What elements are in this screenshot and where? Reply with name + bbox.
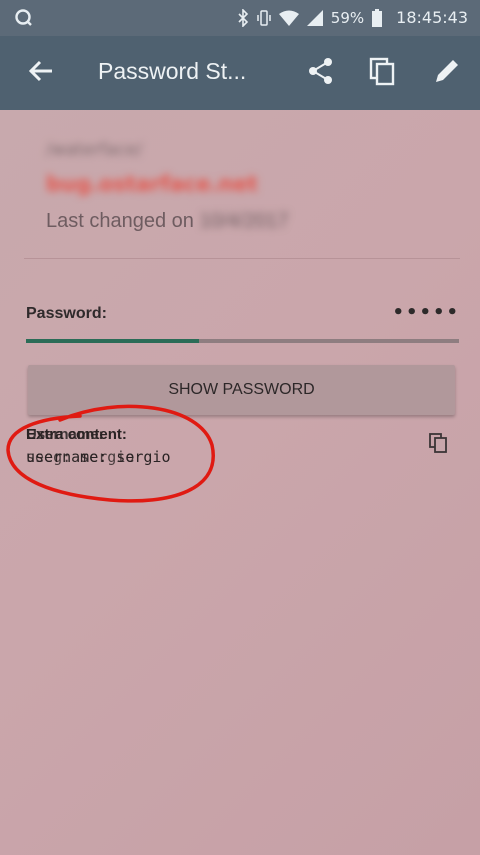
battery-percent: 59% bbox=[330, 8, 365, 27]
edit-icon[interactable] bbox=[432, 56, 462, 86]
copy-icon[interactable] bbox=[368, 56, 398, 86]
password-value: ••••• bbox=[392, 302, 460, 323]
status-bar: 59% 18:45:43 bbox=[0, 0, 480, 36]
entry-folder: /waterface/ bbox=[46, 140, 143, 160]
copy-extra-icon[interactable] bbox=[428, 432, 450, 454]
extra-label-b: Username: bbox=[26, 426, 104, 443]
clock: 18:45:43 bbox=[396, 8, 468, 27]
back-arrow-icon[interactable] bbox=[26, 56, 56, 86]
signal-icon bbox=[306, 9, 323, 26]
share-icon[interactable] bbox=[306, 56, 336, 86]
extra-content: Extra content: Username: username: sergi… bbox=[26, 426, 216, 466]
entry-url[interactable]: bug.ostarface.net bbox=[46, 172, 258, 196]
camera-icon bbox=[14, 8, 34, 28]
last-changed-label: Last changed on bbox=[46, 210, 194, 232]
battery-icon bbox=[372, 8, 383, 27]
last-changed-date: 10/4/2017 bbox=[199, 210, 289, 232]
password-strength-meter bbox=[26, 339, 459, 343]
bluetooth-icon bbox=[237, 8, 249, 27]
password-label: Password: bbox=[26, 305, 107, 322]
divider bbox=[24, 258, 460, 259]
app-bar: Password St... bbox=[0, 36, 480, 110]
show-password-button[interactable]: SHOW PASSWORD bbox=[28, 365, 455, 415]
password-strength-fill bbox=[26, 339, 200, 343]
wifi-icon bbox=[278, 10, 299, 26]
entry-content: /waterface/ bug.ostarface.net Last chang… bbox=[0, 110, 480, 855]
extra-value-b: seeg: sergio bbox=[26, 448, 135, 466]
last-changed: Last changed on 10/4/2017 bbox=[46, 210, 288, 233]
vibrate-icon bbox=[257, 9, 271, 27]
page-title: Password St... bbox=[98, 58, 247, 84]
